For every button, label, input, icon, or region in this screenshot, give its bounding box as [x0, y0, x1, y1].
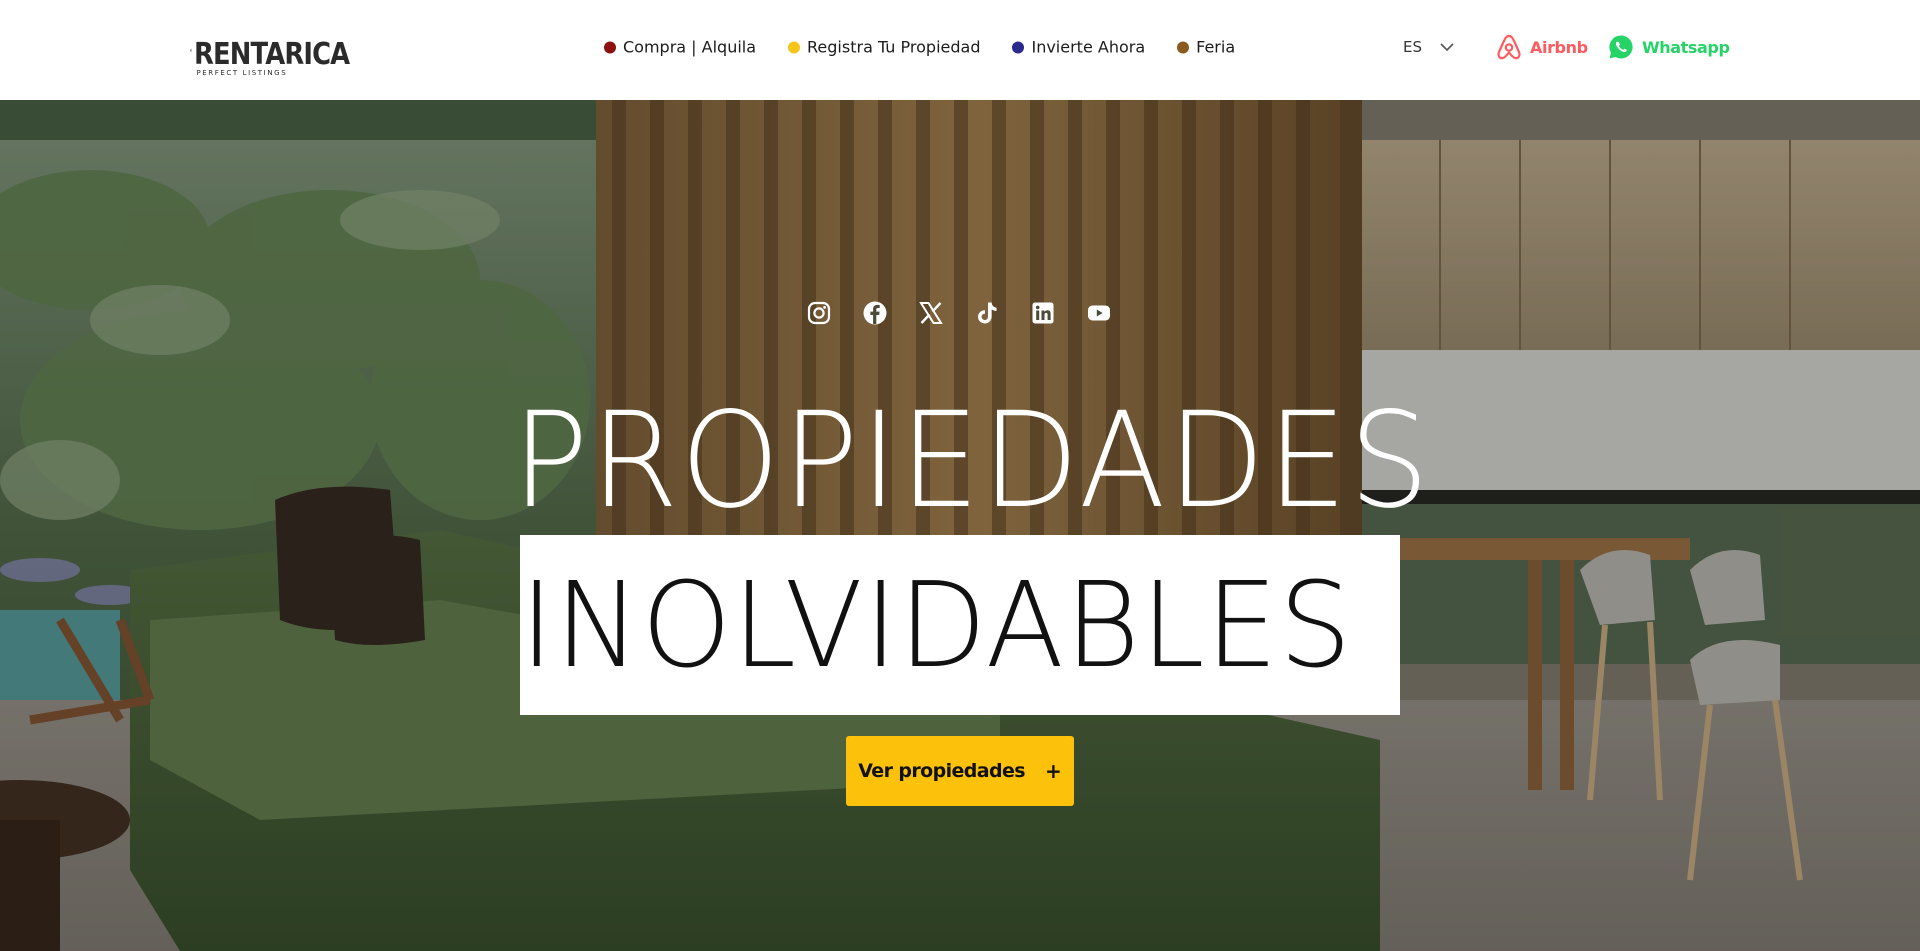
nav-label: Invierte Ahora [1031, 37, 1146, 57]
linkedin-icon[interactable] [1030, 300, 1056, 326]
nav-dot-icon [1012, 41, 1025, 53]
nav-item-registra-propiedad[interactable]: Registra Tu Propiedad [788, 38, 980, 57]
nav-item-invierte-ahora[interactable]: Invierte Ahora [1012, 38, 1145, 57]
airbnb-link[interactable]: Airbnb [1496, 34, 1588, 60]
whatsapp-icon [1609, 35, 1633, 59]
social-links [806, 300, 1142, 326]
nav-label: Feria [1196, 37, 1236, 57]
hero-title-line-1: PROPIEDADES [512, 384, 1432, 538]
tiktok-icon[interactable] [974, 300, 1000, 326]
instagram-icon[interactable] [806, 300, 832, 326]
nav-item-feria[interactable]: Feria [1177, 38, 1235, 57]
x-icon[interactable] [918, 300, 944, 326]
nav-label: Registra Tu Propiedad [807, 37, 981, 57]
language-code: ES [1403, 38, 1422, 56]
language-selector[interactable]: ES [1403, 38, 1454, 56]
hero-title-line-2: INOLVIDABLES [520, 556, 1353, 694]
chevron-down-icon [1440, 42, 1454, 51]
brand-name: RENTARICA [194, 37, 350, 72]
hero-section: PROPIEDADES INOLVIDABLES Ver propiedades… [0, 100, 1920, 951]
house-logo-icon [190, 48, 193, 52]
main-nav: Compra | Alquila Registra Tu Propiedad I… [604, 38, 1267, 57]
airbnb-label: Airbnb [1530, 37, 1588, 57]
brand-wordmark: RENTARICA PERFECT LISTINGS [194, 37, 375, 78]
facebook-icon[interactable] [862, 300, 888, 326]
view-properties-label: Ver propiedades [858, 760, 1025, 782]
brand-logo[interactable]: RENTARICA PERFECT LISTINGS [190, 17, 375, 83]
site-header: RENTARICA PERFECT LISTINGS Compra | Alqu… [0, 0, 1920, 100]
nav-item-compra-alquila[interactable]: Compra | Alquila [604, 38, 756, 57]
nav-dot-icon [604, 41, 616, 53]
whatsapp-label: Whatsapp [1642, 37, 1730, 57]
youtube-icon[interactable] [1086, 300, 1112, 326]
nav-dot-icon [788, 41, 801, 53]
nav-dot-icon [1177, 41, 1190, 53]
whatsapp-link[interactable]: Whatsapp [1608, 34, 1730, 60]
plus-icon: + [1045, 759, 1062, 783]
view-properties-button[interactable]: Ver propiedades + [846, 736, 1074, 806]
nav-label: Compra | Alquila [623, 37, 757, 57]
airbnb-icon [1497, 34, 1521, 60]
